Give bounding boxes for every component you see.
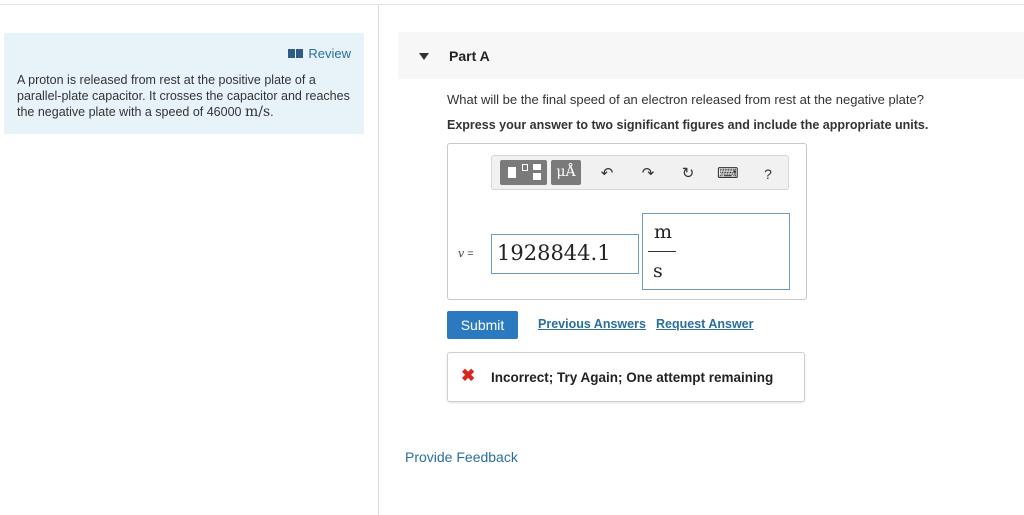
undo-icon[interactable]: ↶ (598, 165, 616, 183)
submit-button[interactable]: Submit (447, 311, 518, 339)
unit-denominator: s (653, 260, 663, 282)
collapse-caret-icon[interactable] (419, 53, 429, 60)
incorrect-x-icon: ✖ (461, 366, 476, 385)
feedback-text: Incorrect; Try Again; One attempt remain… (491, 370, 774, 385)
part-title: Part A (449, 48, 490, 64)
question-text: What will be the final speed of an elect… (447, 92, 924, 107)
variable-symbol: v (458, 247, 465, 260)
math-toolbar: μÅ ↶ ↷ ↻ ⌨ ? (491, 155, 789, 190)
fraction-bar (648, 251, 676, 252)
reset-icon[interactable]: ↻ (679, 165, 697, 183)
keyboard-icon[interactable]: ⌨ (717, 165, 739, 183)
answer-box: μÅ ↶ ↷ ↻ ⌨ ? v = 1928844.1 m s (447, 143, 807, 300)
problem-end: . (270, 105, 274, 119)
equals-sign: = (467, 248, 474, 260)
book-icon (288, 49, 304, 58)
problem-text: A proton is released from rest at the po… (17, 73, 350, 119)
provide-feedback-link[interactable]: Provide Feedback (405, 449, 518, 465)
column-divider (378, 5, 379, 515)
answer-value-input[interactable]: 1928844.1 (491, 234, 639, 274)
review-label: Review (308, 46, 351, 61)
redo-icon[interactable]: ↷ (639, 165, 657, 183)
variable-label: v = (458, 247, 474, 260)
unit-numerator: m (654, 221, 673, 243)
top-divider (0, 4, 1024, 5)
answer-unit-input[interactable]: m s (642, 213, 790, 290)
templates-icon[interactable] (500, 160, 547, 185)
request-answer-link[interactable]: Request Answer (656, 317, 753, 331)
previous-answers-link[interactable]: Previous Answers (538, 317, 646, 331)
part-header[interactable]: Part A (398, 32, 1024, 79)
problem-unit: m/s (244, 104, 271, 120)
units-icon[interactable]: μÅ (551, 160, 581, 185)
problem-statement: A proton is released from rest at the po… (17, 72, 352, 120)
instruction-text: Express your answer to two significant f… (447, 118, 929, 132)
review-link[interactable]: Review (288, 46, 351, 61)
help-icon[interactable]: ? (759, 165, 777, 183)
feedback-message-box: ✖ Incorrect; Try Again; One attempt rema… (447, 352, 805, 402)
review-panel: Review A proton is released from rest at… (4, 33, 364, 134)
